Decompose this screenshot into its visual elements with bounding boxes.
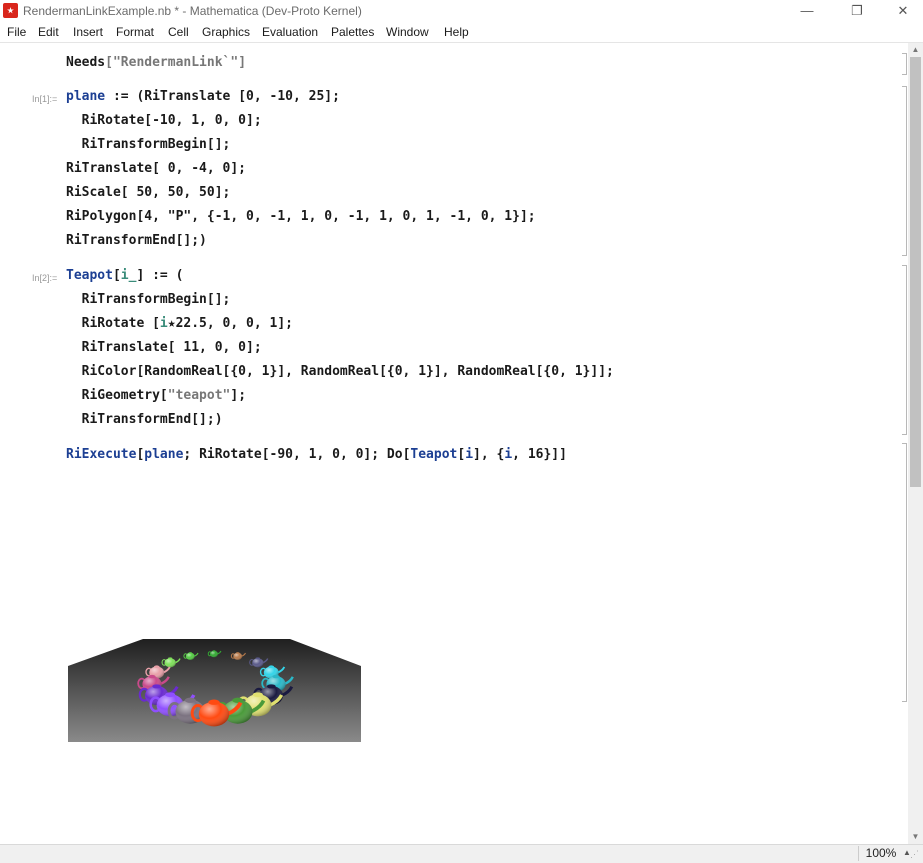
- resize-grip-icon[interactable]: ⋰: [910, 849, 919, 860]
- i-ref: i: [465, 447, 474, 462]
- in2-line-4[interactable]: RiTranslate[ 11, 0, 0];: [66, 340, 262, 356]
- var-i: i: [159, 316, 168, 331]
- scroll-thumb[interactable]: [910, 57, 921, 487]
- bracket-open: [: [112, 268, 121, 283]
- in1-line-1-text: := (RiTranslate [0, -10, 25];: [105, 89, 340, 104]
- menu-edit[interactable]: Edit: [38, 25, 59, 39]
- in1-line-1[interactable]: plane := (RiTranslate [0, -10, 25];: [66, 89, 340, 105]
- execute-cell[interactable]: RiExecute[plane; RiRotate[-90, 1, 0, 0];…: [66, 447, 567, 463]
- in2-line-6[interactable]: RiGeometry["teapot"];: [66, 388, 246, 404]
- i-iterator: i: [504, 447, 513, 462]
- in2-line-2[interactable]: RiTransformBegin[];: [66, 292, 231, 308]
- scroll-down-arrow-icon[interactable]: ▼: [908, 830, 923, 844]
- cell-bracket[interactable]: [902, 265, 907, 435]
- close-button[interactable]: ✕: [880, 0, 923, 22]
- in2-label: In[2]:=: [32, 273, 58, 283]
- plane-symbol: plane: [66, 89, 106, 104]
- in1-line-4[interactable]: RiTranslate[ 0, -4, 0];: [66, 161, 246, 177]
- menu-palettes[interactable]: Palettes: [331, 25, 374, 39]
- pattern-i: i_: [120, 268, 137, 283]
- in1-line-6[interactable]: RiPolygon[4, "P", {-1, 0, -1, 1, 0, -1, …: [66, 209, 536, 225]
- menu-evaluation[interactable]: Evaluation: [262, 25, 318, 39]
- mathematica-app-icon: [3, 3, 18, 18]
- menu-file[interactable]: File: [7, 25, 26, 39]
- status-bar: 100% ▲ ⋰: [0, 844, 923, 863]
- in1-line-3[interactable]: RiTransformBegin[];: [66, 137, 231, 153]
- menu-graphics[interactable]: Graphics: [202, 25, 250, 39]
- rendered-teapots-image[interactable]: [68, 639, 361, 742]
- needs-cell[interactable]: Needs["RendermanLink`"]: [66, 55, 246, 71]
- menu-cell[interactable]: Cell: [168, 25, 189, 39]
- geometry-string: "teapot": [167, 388, 231, 403]
- needs-argument: ["RendermanLink`"]: [105, 55, 247, 70]
- riexecute-symbol: RiExecute: [66, 447, 137, 462]
- notebook-area[interactable]: Needs["RendermanLink`"] In[1]:= plane :=…: [0, 43, 908, 844]
- in1-line-7[interactable]: RiTransformEnd[];): [66, 233, 207, 249]
- minimize-button[interactable]: —: [784, 0, 830, 22]
- needs-function: Needs: [66, 55, 106, 70]
- vertical-scrollbar[interactable]: ▲ ▼: [908, 43, 923, 844]
- execute-p2: ; RiRotate[-90, 1, 0, 0]; Do[: [183, 447, 411, 462]
- menu-window[interactable]: Window: [386, 25, 429, 39]
- in1-label: In[1]:=: [32, 94, 58, 104]
- in2-line-5[interactable]: RiColor[RandomReal[{0, 1}], RandomReal[{…: [66, 364, 614, 380]
- teapot-ref: Teapot: [410, 447, 458, 462]
- menu-help[interactable]: Help: [444, 25, 469, 39]
- maximize-button[interactable]: ❐: [834, 0, 880, 22]
- cell-bracket[interactable]: [902, 53, 907, 75]
- rotate-call: RiRotate [: [66, 316, 160, 331]
- plane-ref: plane: [144, 447, 184, 462]
- geometry-call: RiGeometry[: [66, 388, 168, 403]
- cell-bracket[interactable]: [902, 443, 907, 702]
- execute-p5: , 16}]]: [512, 447, 567, 462]
- window-title: RendermanLinkExample.nb * - Mathematica …: [23, 4, 362, 18]
- in1-line-2[interactable]: RiRotate[-10, 1, 0, 0];: [66, 113, 262, 129]
- geometry-tail: ];: [230, 388, 247, 403]
- teapot-symbol: Teapot: [66, 268, 113, 283]
- menu-insert[interactable]: Insert: [73, 25, 103, 39]
- scroll-up-arrow-icon[interactable]: ▲: [908, 43, 923, 57]
- execute-p4: ], {: [473, 447, 505, 462]
- menu-format[interactable]: Format: [116, 25, 154, 39]
- in2-line-3[interactable]: RiRotate [i★22.5, 0, 0, 1];: [66, 316, 293, 332]
- in1-line-5[interactable]: RiScale[ 50, 50, 50];: [66, 185, 230, 201]
- cell-bracket[interactable]: [902, 86, 907, 256]
- zoom-level[interactable]: 100%: [858, 846, 903, 861]
- menu-bar: File Edit Insert Format Cell Graphics Ev…: [0, 23, 923, 43]
- in2-line-7[interactable]: RiTransformEnd[];): [66, 412, 223, 428]
- in2-line-1[interactable]: Teapot[i_] := (: [66, 268, 183, 284]
- rotate-args: ★22.5, 0, 0, 1];: [167, 316, 293, 331]
- define-op: ] := (: [136, 268, 184, 283]
- title-bar: RendermanLinkExample.nb * - Mathematica …: [0, 0, 923, 23]
